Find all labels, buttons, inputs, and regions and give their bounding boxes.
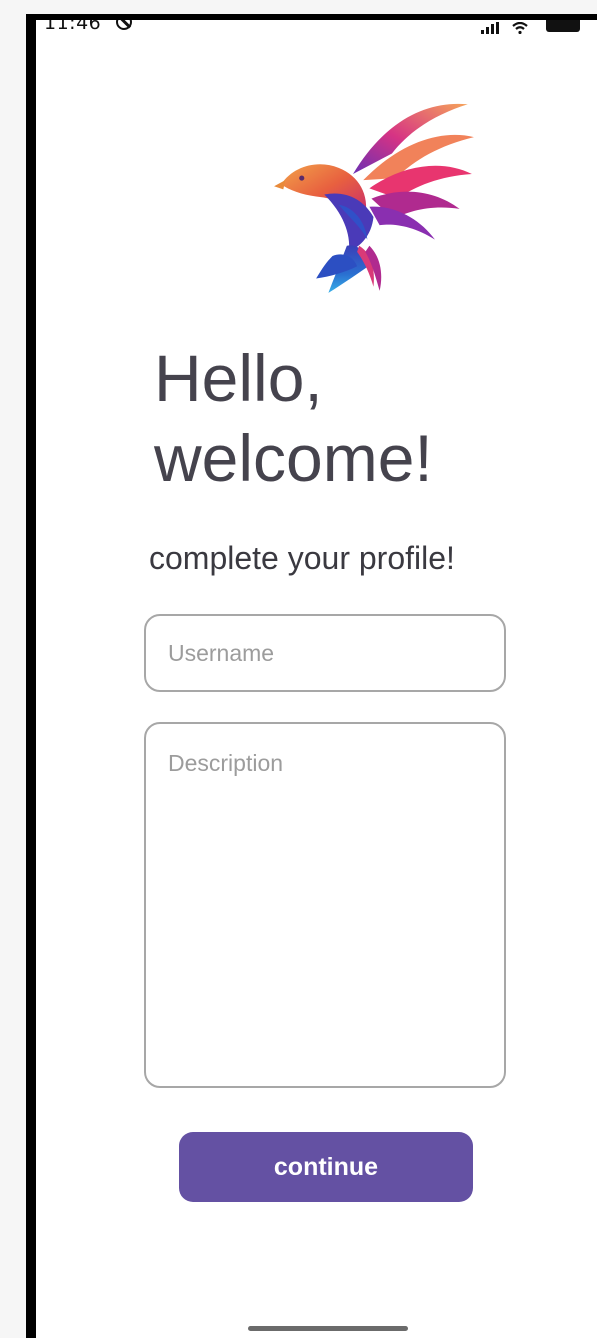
username-input[interactable] [144, 614, 506, 692]
app-screen: 11:46 Hello, welcome! complete your prof… [36, 20, 597, 1338]
do-not-disturb-icon [116, 20, 132, 30]
welcome-title: Hello, welcome! [154, 338, 574, 498]
background-top [0, 0, 597, 14]
wifi-icon [512, 22, 528, 34]
description-input[interactable] [144, 722, 506, 1088]
welcome-title-line2: welcome! [154, 421, 433, 495]
signal-icon [481, 22, 501, 34]
phone-frame: 11:46 Hello, welcome! complete your prof… [26, 14, 597, 1338]
continue-button[interactable]: continue [179, 1132, 473, 1202]
welcome-subtitle: complete your profile! [149, 540, 455, 576]
background-left [0, 0, 24, 1338]
status-time: 11:46 [44, 20, 102, 34]
welcome-title-line1: Hello, [154, 341, 323, 415]
home-indicator[interactable] [248, 1326, 408, 1331]
battery-icon [546, 20, 580, 32]
bird-logo-icon [274, 103, 474, 293]
status-bar: 11:46 [36, 20, 597, 36]
